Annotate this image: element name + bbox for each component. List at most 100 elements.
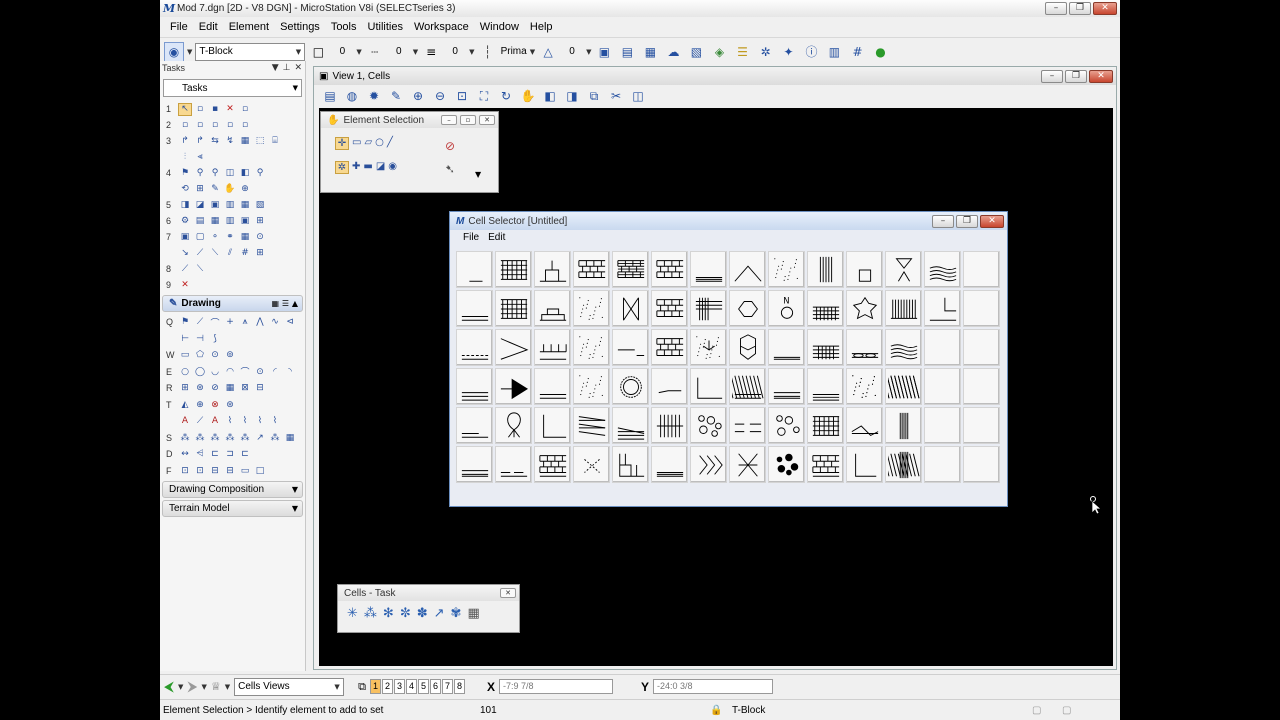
cell-thumbnail[interactable] bbox=[885, 329, 922, 366]
cell-thumbnail[interactable] bbox=[690, 251, 727, 288]
cell-thumbnail[interactable] bbox=[963, 446, 1000, 483]
cell-thumbnail[interactable] bbox=[651, 368, 688, 405]
tool-icon[interactable]: ▦ bbox=[238, 231, 252, 244]
block-mode-icon[interactable]: ▭ bbox=[352, 137, 361, 150]
cs-close-button[interactable]: ✕ bbox=[980, 214, 1004, 228]
tool-icon[interactable]: ↔ bbox=[178, 448, 192, 461]
lights-icon[interactable]: ✹ bbox=[364, 86, 384, 106]
tool-icon[interactable]: ⊛ bbox=[223, 398, 237, 411]
minimize-button[interactable]: – bbox=[1045, 2, 1067, 15]
section-drawing-composition[interactable]: Drawing Composition ▼ bbox=[162, 481, 303, 498]
cell-thumbnail[interactable] bbox=[768, 329, 805, 366]
render-icon[interactable]: ▥ bbox=[824, 42, 844, 62]
tool-icon[interactable]: ⌸ bbox=[268, 135, 282, 148]
tool-icon[interactable]: ⟋ bbox=[193, 247, 207, 260]
tool-icon[interactable]: ⊟ bbox=[208, 464, 222, 477]
tool-icon[interactable]: ▦ bbox=[238, 135, 252, 148]
menu-tools[interactable]: Tools bbox=[331, 21, 357, 33]
view-button-2[interactable]: 2 bbox=[381, 679, 393, 694]
tool-icon[interactable]: ⚲ bbox=[253, 167, 267, 180]
cell-thumbnail[interactable] bbox=[651, 290, 688, 327]
tool-icon[interactable]: ⊢ bbox=[178, 332, 192, 345]
menu-element[interactable]: Element bbox=[229, 21, 269, 33]
tool-icon[interactable]: ⁂ bbox=[238, 431, 252, 444]
tool-icon[interactable]: ▢ bbox=[193, 231, 207, 244]
tool-icon[interactable]: ▫ bbox=[223, 119, 237, 132]
cell-thumbnail[interactable] bbox=[729, 446, 766, 483]
tool-icon[interactable]: ↯ bbox=[223, 135, 237, 148]
view-attributes-icon[interactable]: ▤ bbox=[320, 86, 340, 106]
tool-icon[interactable]: ⁂ bbox=[193, 431, 207, 444]
tool-icon[interactable]: ⟍ bbox=[193, 263, 207, 276]
line-style-icon[interactable]: ┄ bbox=[365, 42, 385, 62]
tool-icon[interactable]: □ bbox=[253, 464, 267, 477]
display-style-icon[interactable]: ◍ bbox=[342, 86, 362, 106]
ct-close-button[interactable]: ✕ bbox=[500, 588, 516, 598]
cell-thumbnail[interactable] bbox=[456, 446, 493, 483]
cell-thumbnail[interactable] bbox=[807, 251, 844, 288]
cell-thumbnail[interactable] bbox=[846, 446, 883, 483]
tool-icon[interactable]: ◜ bbox=[268, 365, 282, 378]
cell-thumbnail[interactable] bbox=[612, 329, 649, 366]
cell-thumbnail[interactable] bbox=[534, 407, 571, 444]
menu-file[interactable]: File bbox=[170, 21, 188, 33]
view-button-1[interactable]: 1 bbox=[369, 679, 381, 694]
panel-menu-icon[interactable]: ▼ bbox=[272, 63, 279, 73]
menu-window[interactable]: Window bbox=[480, 21, 519, 33]
new-selection-icon[interactable]: ✲ bbox=[335, 161, 349, 174]
tool-icon[interactable]: ✕ bbox=[178, 279, 192, 292]
tool-icon[interactable]: ▫ bbox=[238, 103, 252, 116]
camera-icon[interactable]: ◫ bbox=[628, 86, 648, 106]
more-options-icon[interactable]: ▼ bbox=[475, 170, 481, 179]
cell-thumbnail[interactable] bbox=[456, 290, 493, 327]
pin-icon[interactable]: ⊥ bbox=[283, 63, 291, 73]
pointer-icon[interactable]: ➷ bbox=[445, 162, 455, 176]
tool-icon[interactable]: ▣ bbox=[238, 215, 252, 228]
cell-thumbnail[interactable] bbox=[690, 407, 727, 444]
view-minimize-button[interactable]: – bbox=[1041, 69, 1063, 83]
view-button-3[interactable]: 3 bbox=[393, 679, 405, 694]
tool-icon[interactable]: ◧ bbox=[238, 167, 252, 180]
cell-thumbnail[interactable] bbox=[690, 368, 727, 405]
cell-thumbnail[interactable] bbox=[807, 290, 844, 327]
replace-cells-icon[interactable]: ↗ bbox=[434, 606, 445, 621]
view-close-button[interactable]: ✕ bbox=[1089, 69, 1113, 83]
tool-icon[interactable]: ⌒ bbox=[238, 365, 252, 378]
select-all-icon[interactable]: ◉ bbox=[388, 161, 397, 174]
es-restore-button[interactable]: ▫ bbox=[460, 115, 476, 125]
cell-thumbnail[interactable] bbox=[729, 290, 766, 327]
cell-thumbnail[interactable] bbox=[963, 368, 1000, 405]
cell-thumbnail[interactable] bbox=[495, 407, 532, 444]
restore-button[interactable]: ❐ bbox=[1069, 2, 1091, 15]
tool-icon[interactable]: ⟍ bbox=[208, 247, 222, 260]
cell-thumbnail[interactable] bbox=[885, 407, 922, 444]
cell-thumbnail[interactable] bbox=[846, 368, 883, 405]
models-icon[interactable]: ▦ bbox=[640, 42, 660, 62]
tool-icon[interactable]: ◪ bbox=[193, 199, 207, 212]
cs-minimize-button[interactable]: – bbox=[932, 214, 954, 228]
tool-icon[interactable]: ⇆ bbox=[208, 135, 222, 148]
place-cell-icon[interactable]: ✳ bbox=[347, 606, 358, 621]
level-combo[interactable]: T-Block ▼ bbox=[195, 42, 306, 61]
tool-icon[interactable]: ⩤ bbox=[193, 448, 207, 461]
tool-icon[interactable]: ⊟ bbox=[253, 382, 267, 395]
info-icon[interactable]: ⓘ bbox=[801, 42, 821, 62]
tool-icon[interactable]: ⟋ bbox=[193, 415, 207, 428]
cell-thumbnail[interactable] bbox=[534, 329, 571, 366]
cell-thumbnail[interactable] bbox=[456, 368, 493, 405]
tool-icon[interactable]: ▫ bbox=[208, 119, 222, 132]
identify-cell-icon[interactable]: ✽ bbox=[417, 606, 428, 621]
select-and-place-cell-icon[interactable]: ✻ bbox=[383, 606, 394, 621]
tool-icon[interactable]: ▫ bbox=[193, 119, 207, 132]
tool-icon[interactable]: ▦ bbox=[223, 382, 237, 395]
tool-icon[interactable]: ▥ bbox=[223, 199, 237, 212]
x-coordinate-field[interactable]: -7:9 7/8 bbox=[499, 679, 613, 694]
tool-icon[interactable]: ▣ bbox=[208, 199, 222, 212]
tool-icon[interactable]: ▦ bbox=[238, 199, 252, 212]
subtract-icon[interactable]: ▬ bbox=[363, 161, 372, 174]
tasks-combo[interactable]: Tasks ▼ bbox=[163, 79, 302, 97]
cell-thumbnail[interactable] bbox=[573, 407, 610, 444]
tool-icon[interactable]: ▭ bbox=[178, 349, 192, 362]
tool-icon[interactable]: ⫷ bbox=[193, 151, 207, 164]
tool-icon[interactable]: ⊡ bbox=[193, 464, 207, 477]
